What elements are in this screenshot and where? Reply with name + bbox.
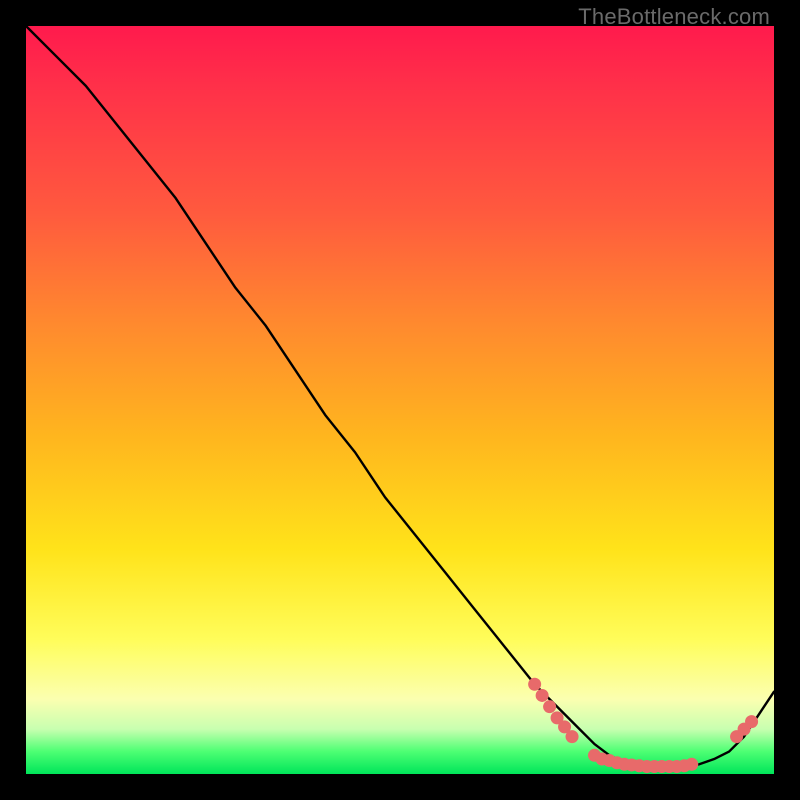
chart-svg	[26, 26, 774, 774]
data-marker	[566, 730, 579, 743]
data-marker	[543, 700, 556, 713]
data-marker	[528, 678, 541, 691]
data-curve	[26, 26, 774, 767]
chart-frame: TheBottleneck.com	[0, 0, 800, 800]
data-marker	[685, 758, 698, 771]
data-marker	[745, 715, 758, 728]
data-markers	[528, 678, 758, 773]
data-marker	[536, 689, 549, 702]
plot-area	[26, 26, 774, 774]
